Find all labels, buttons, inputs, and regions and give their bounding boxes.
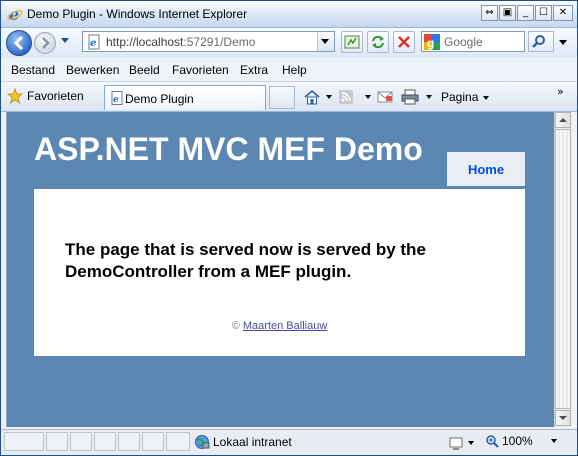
search-input[interactable]: g Google xyxy=(421,31,525,52)
status-segment xyxy=(118,432,140,451)
svg-text:e: e xyxy=(113,95,119,105)
page-icon: e xyxy=(111,91,123,105)
status-segment xyxy=(70,432,92,451)
status-segment xyxy=(94,432,116,451)
site-title: ASP.NET MVC MEF Demo xyxy=(34,131,423,167)
favorites-label: Favorieten xyxy=(27,89,84,103)
stop-icon xyxy=(398,36,410,48)
tab-demo-plugin[interactable]: e Demo Plugin xyxy=(104,85,266,110)
chevron-down-icon[interactable] xyxy=(467,440,475,446)
menu-extra[interactable]: Extra xyxy=(240,63,268,77)
google-icon: g xyxy=(424,34,440,50)
search-placeholder: Google xyxy=(444,35,483,49)
arrow-left-icon xyxy=(13,35,24,51)
web-page: ASP.NET MVC MEF Demo Home The page that … xyxy=(6,112,554,427)
maximize-button[interactable]: ☐ xyxy=(535,5,552,21)
menu-bewerken[interactable]: Bewerken xyxy=(66,63,119,77)
page-menu-button[interactable]: Pagina xyxy=(441,90,490,104)
compatibility-view-button[interactable] xyxy=(341,31,363,53)
tab-label: Demo Plugin xyxy=(125,92,194,106)
arrow-up-icon xyxy=(559,118,567,122)
svg-text:e: e xyxy=(90,38,96,49)
chevron-down-icon xyxy=(482,96,489,100)
chevron-down-icon[interactable] xyxy=(325,94,333,100)
reverse-icon[interactable]: ⇔ xyxy=(481,5,498,21)
more-commands-icon[interactable]: » xyxy=(557,85,564,98)
svg-text:g: g xyxy=(427,36,434,50)
chevron-down-icon[interactable] xyxy=(364,94,372,100)
compatibility-icon xyxy=(344,35,360,49)
history-dropdown-icon[interactable] xyxy=(60,37,70,45)
scroll-down-button[interactable] xyxy=(555,410,571,426)
magnifier-icon xyxy=(532,35,545,48)
address-toolbar: e http://localhost:57291/Demo g Google xyxy=(1,28,577,58)
printer-icon[interactable] xyxy=(401,89,419,105)
mail-icon[interactable] xyxy=(377,89,393,105)
address-dropdown-button[interactable] xyxy=(317,32,334,51)
window-title: Demo Plugin - Windows Internet Explorer xyxy=(27,7,248,21)
vertical-scrollbar[interactable] xyxy=(554,112,572,427)
title-bar[interactable]: e Demo Plugin - Windows Internet Explore… xyxy=(1,1,577,28)
favorites-bar: Favorieten e Demo Plugin Pagina » xyxy=(1,82,577,112)
address-input[interactable]: e http://localhost:57291/Demo xyxy=(82,31,335,52)
zoom-level: 100% xyxy=(502,434,533,448)
author-link[interactable]: Maarten Balliauw xyxy=(243,320,327,332)
refresh-button[interactable] xyxy=(367,31,389,53)
favorites-button[interactable]: Favorieten xyxy=(7,88,84,104)
page-icon: e xyxy=(88,34,100,50)
search-button[interactable] xyxy=(528,31,554,52)
status-bar: Lokaal intranet 100% xyxy=(1,429,577,455)
main-message: The page that is served now is served by… xyxy=(65,240,426,281)
menu-bestand[interactable]: Bestand xyxy=(11,63,55,77)
status-segment xyxy=(4,432,44,451)
menu-beeld[interactable]: Beeld xyxy=(129,63,160,77)
window-controls: ⇔ ▣ _ ☐ ✕ xyxy=(481,5,573,21)
protected-mode-icon[interactable] xyxy=(448,435,464,451)
close-button[interactable]: ✕ xyxy=(553,5,573,21)
browser-window: e Demo Plugin - Windows Internet Explore… xyxy=(0,0,578,456)
address-url: http://localhost:57291/Demo xyxy=(106,35,255,49)
main-content: The page that is served now is served by… xyxy=(34,189,525,356)
copyright-symbol: © xyxy=(231,320,240,332)
arrow-down-icon xyxy=(559,416,567,420)
chevron-down-icon xyxy=(550,439,557,443)
url-rest: :57291/Demo xyxy=(183,35,256,49)
scroll-up-button[interactable] xyxy=(555,112,571,128)
chevron-down-icon xyxy=(321,39,329,44)
scroll-thumb[interactable] xyxy=(555,129,571,409)
new-tab-button[interactable] xyxy=(269,86,295,109)
menu-favorieten[interactable]: Favorieten xyxy=(172,63,229,77)
page-menu-label: Pagina xyxy=(441,90,479,104)
zoom-magnifier-icon xyxy=(486,435,499,448)
nav-home-link[interactable]: Home xyxy=(447,152,525,186)
status-segment xyxy=(142,432,164,451)
search-options-icon[interactable] xyxy=(556,31,570,52)
stop-button[interactable] xyxy=(393,31,415,53)
minimize-button[interactable]: _ xyxy=(517,5,534,21)
globe-icon xyxy=(195,435,210,449)
rss-feed-icon[interactable] xyxy=(338,89,354,105)
home-icon[interactable] xyxy=(303,89,321,105)
arrow-right-icon xyxy=(42,37,50,49)
ie-logo-icon: e xyxy=(7,6,23,22)
back-button[interactable] xyxy=(6,30,32,56)
status-segment xyxy=(166,432,190,451)
chevron-down-icon[interactable] xyxy=(425,94,433,100)
restore-icon[interactable]: ▣ xyxy=(499,5,516,21)
security-zone[interactable]: Lokaal intranet xyxy=(194,434,292,450)
status-segment xyxy=(46,432,68,451)
zone-label: Lokaal intranet xyxy=(213,435,292,449)
menu-bar: Bestand Bewerken Beeld Favorieten Extra … xyxy=(1,59,577,82)
menu-help[interactable]: Help xyxy=(282,63,307,77)
forward-button[interactable] xyxy=(34,32,56,54)
footer: © Maarten Balliauw xyxy=(34,320,525,332)
url-host: http://localhost xyxy=(106,35,184,49)
refresh-icon xyxy=(372,35,384,49)
zoom-control[interactable]: 100% xyxy=(485,434,558,448)
star-icon xyxy=(7,88,23,104)
